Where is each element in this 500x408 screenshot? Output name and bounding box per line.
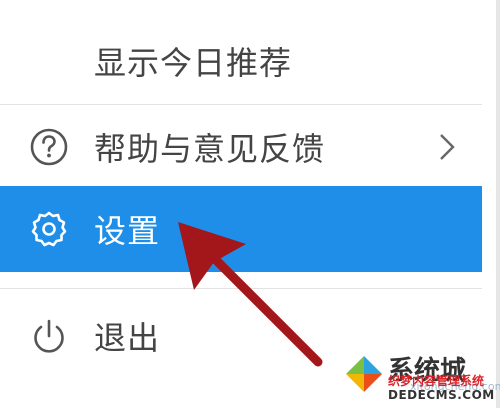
menu-divider: [0, 288, 482, 289]
gear-icon: [31, 211, 67, 247]
context-menu: 显示今日推荐 帮助与意见反馈 设置 退出: [0, 0, 500, 408]
watermark: 系统城 xitongcheng.com 织梦内容管理系统 DEDECMS.COM: [340, 350, 500, 408]
menu-item-label: 退出: [94, 319, 161, 357]
chevron-right-icon: [440, 134, 455, 160]
menu-item-show-recommendation[interactable]: 显示今日推荐: [0, 36, 482, 86]
menu-item-label: 显示今日推荐: [94, 44, 293, 82]
watermark-line1: 织梦内容管理系统: [388, 374, 485, 388]
menu-item-label: 帮助与意见反馈: [94, 130, 326, 168]
watermark-line2: DEDECMS.COM: [388, 388, 495, 402]
menu-item-label: 设置: [94, 212, 161, 250]
power-icon: [34, 319, 64, 353]
help-circle-icon: [30, 128, 68, 166]
windows-logo-icon: [346, 356, 382, 392]
menu-item-settings[interactable]: 设置: [0, 186, 482, 272]
menu-border: [496, 0, 500, 408]
menu-item-help-feedback[interactable]: 帮助与意见反馈: [0, 120, 482, 174]
menu-divider: [0, 104, 482, 105]
